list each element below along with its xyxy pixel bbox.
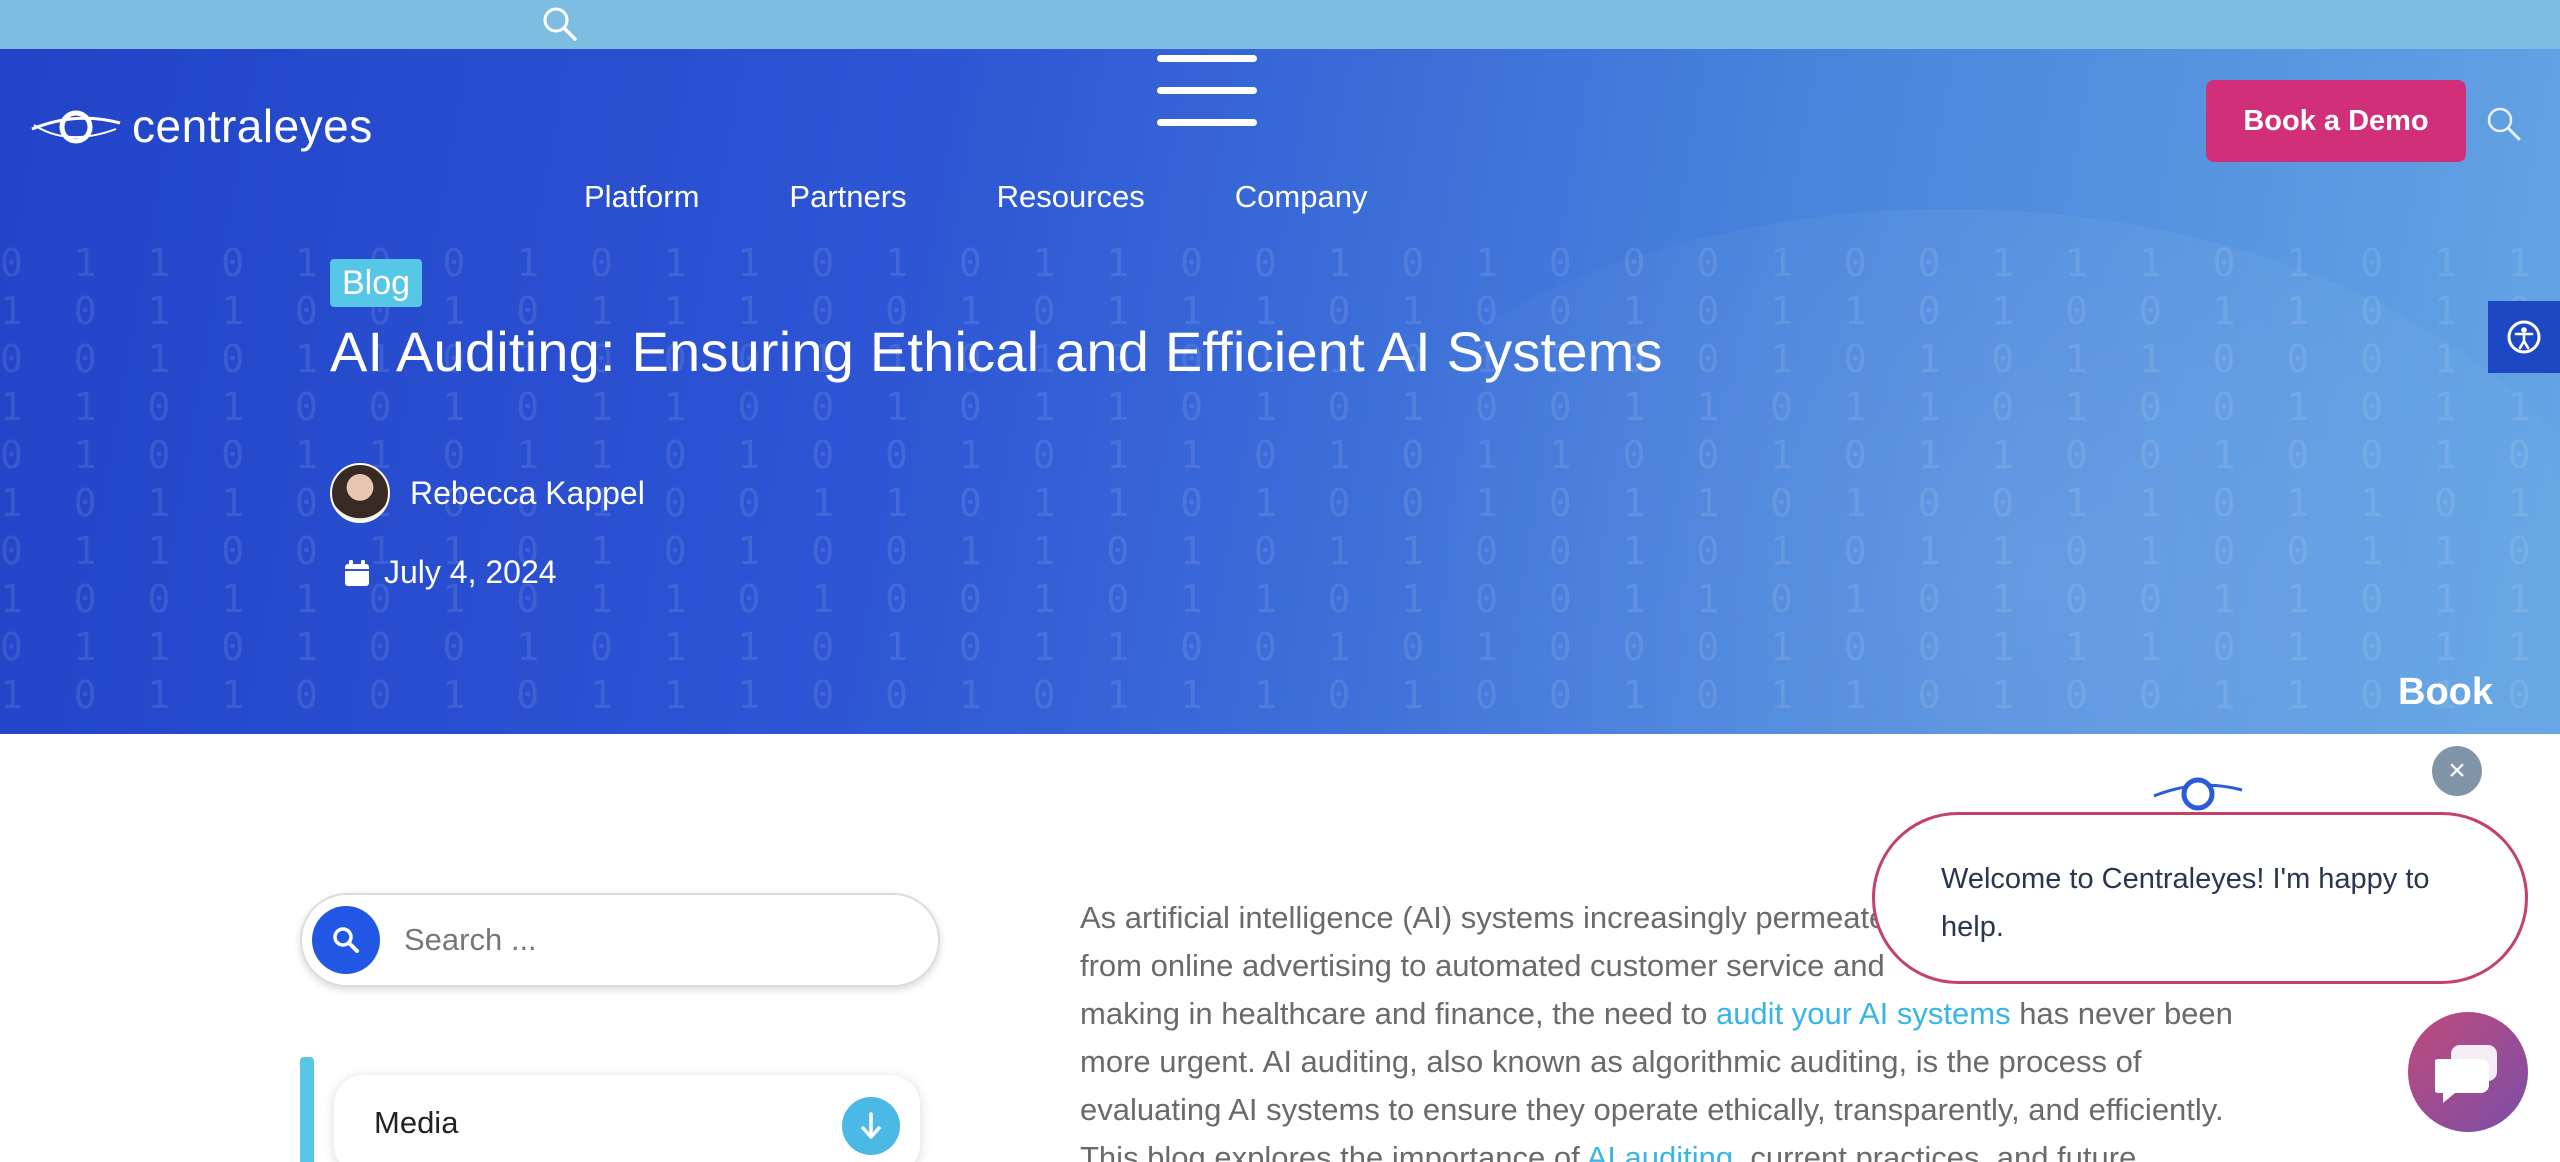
nav-item-platform[interactable]: Platform (584, 179, 699, 215)
sidebar-search (300, 893, 940, 987)
menu-toggle[interactable] (1157, 53, 1257, 129)
chat-logo-icon (2153, 777, 2243, 811)
top-bar (0, 0, 2560, 49)
accessibility-button[interactable] (2488, 301, 2560, 373)
article-line: making in healthcare and finance, the ne… (1080, 996, 2233, 1031)
search-button[interactable] (312, 906, 380, 974)
avatar (330, 463, 390, 523)
chat-close-button[interactable]: × (2432, 746, 2482, 796)
search-icon (333, 927, 359, 953)
nav-item-resources[interactable]: Resources (997, 179, 1145, 215)
date-text: July 4, 2024 (384, 554, 557, 590)
expand-button[interactable] (842, 1097, 900, 1155)
category-dropdown-media[interactable]: Media (334, 1075, 920, 1162)
post-date: July 4, 2024 (344, 554, 557, 591)
accessibility-icon (2507, 320, 2541, 354)
nav-item-company[interactable]: Company (1235, 179, 1368, 215)
hero-banner: 0 1 1 0 1 0 0 1 0 1 1 0 1 0 1 1 0 0 1 0 … (0, 49, 2560, 734)
nav-item-partners[interactable]: Partners (789, 179, 906, 215)
chat-message: Welcome to Centraleyes! I'm happy to hel… (1872, 812, 2528, 984)
logo-eye-icon (31, 110, 121, 144)
book-demo-button[interactable]: Book a Demo (2206, 80, 2466, 162)
author[interactable]: Rebecca Kappel (330, 463, 645, 523)
logo-text: centraleyes (132, 100, 373, 152)
article-line: more urgent. AI auditing, also known as … (1080, 1044, 2142, 1079)
article-link[interactable]: AI auditing (1587, 1140, 1734, 1162)
search-icon[interactable] (2484, 104, 2524, 144)
chat-launcher-button[interactable] (2408, 1012, 2528, 1132)
search-icon[interactable] (540, 4, 580, 44)
calendar-icon (345, 559, 369, 586)
chat-icon (2435, 1045, 2497, 1103)
article-line: This blog explores the importance of AI … (1080, 1134, 2250, 1162)
book-side-tab[interactable]: Book (2398, 671, 2493, 714)
category-accent (300, 1057, 314, 1162)
main-nav: Platform Partners Resources Company (584, 179, 1457, 215)
article-line: evaluating AI systems to ensure they ope… (1080, 1092, 2224, 1127)
category-label: Media (374, 1105, 459, 1140)
category-badge[interactable]: Blog (330, 259, 423, 307)
logo[interactable]: centraleyes (28, 99, 373, 153)
page-title: AI Auditing: Ensuring Ethical and Effici… (330, 320, 1663, 383)
article-link[interactable]: audit your AI systems (1716, 996, 2011, 1031)
author-name: Rebecca Kappel (410, 474, 645, 511)
search-input[interactable] (404, 922, 884, 958)
arrow-down-icon (861, 1112, 881, 1139)
